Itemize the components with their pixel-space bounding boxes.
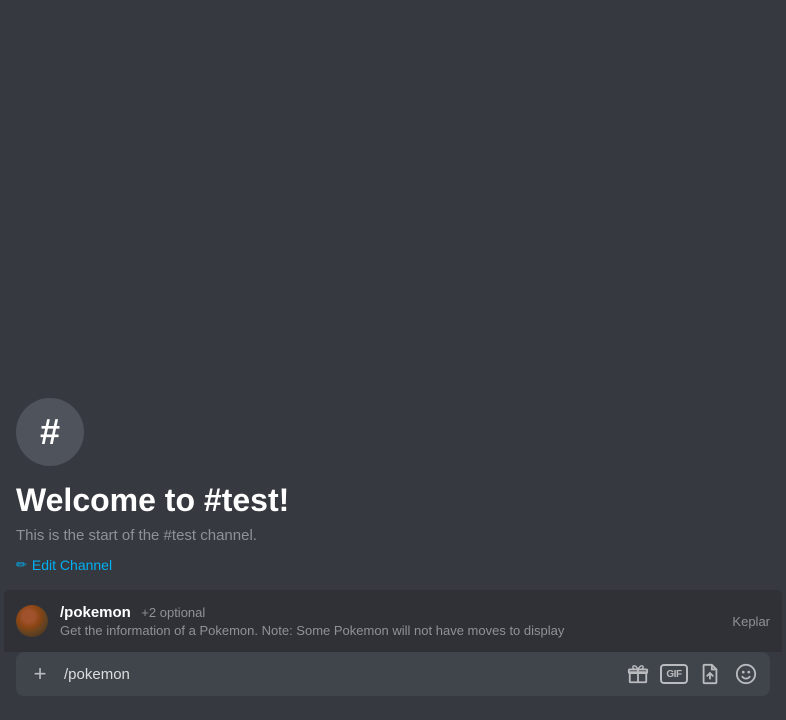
edit-icon: ✏ [16, 557, 27, 573]
channel-welcome: # Welcome to #test! This is the start of… [16, 398, 770, 590]
autocomplete-avatar-image [16, 605, 48, 637]
autocomplete-popup: /pokemon +2 optional Get the information… [4, 590, 782, 652]
gif-icon: GIF [660, 664, 688, 684]
autocomplete-avatar [16, 605, 48, 637]
add-content-button[interactable]: + [24, 658, 56, 690]
emoji-button[interactable] [730, 658, 762, 690]
message-input[interactable] [56, 655, 622, 694]
autocomplete-item[interactable]: /pokemon +2 optional Get the information… [4, 598, 782, 644]
autocomplete-optional: +2 optional [141, 605, 205, 620]
gif-button[interactable]: GIF [658, 658, 690, 690]
edit-channel-button[interactable]: ✏ Edit Channel [16, 557, 112, 573]
message-bar: + GIF [16, 652, 770, 696]
upload-icon [699, 663, 721, 685]
autocomplete-app-name: Keplar [720, 614, 770, 629]
hash-icon: # [40, 414, 60, 450]
message-actions: GIF [622, 658, 762, 690]
welcome-subtitle: This is the start of the #test channel. [16, 527, 770, 544]
autocomplete-command: /pokemon [60, 604, 131, 621]
edit-channel-label: Edit Channel [32, 557, 112, 573]
upload-button[interactable] [694, 658, 726, 690]
main-content: # Welcome to #test! This is the start of… [0, 0, 786, 590]
autocomplete-text: /pokemon +2 optional Get the information… [60, 604, 708, 638]
autocomplete-description: Get the information of a Pokemon. Note: … [60, 623, 708, 638]
gift-icon [627, 663, 649, 685]
welcome-title: Welcome to #test! [16, 482, 770, 519]
emoji-icon [735, 663, 757, 685]
plus-icon: + [34, 661, 47, 687]
autocomplete-command-line: /pokemon +2 optional [60, 604, 708, 622]
channel-icon: # [16, 398, 84, 466]
gift-button[interactable] [622, 658, 654, 690]
